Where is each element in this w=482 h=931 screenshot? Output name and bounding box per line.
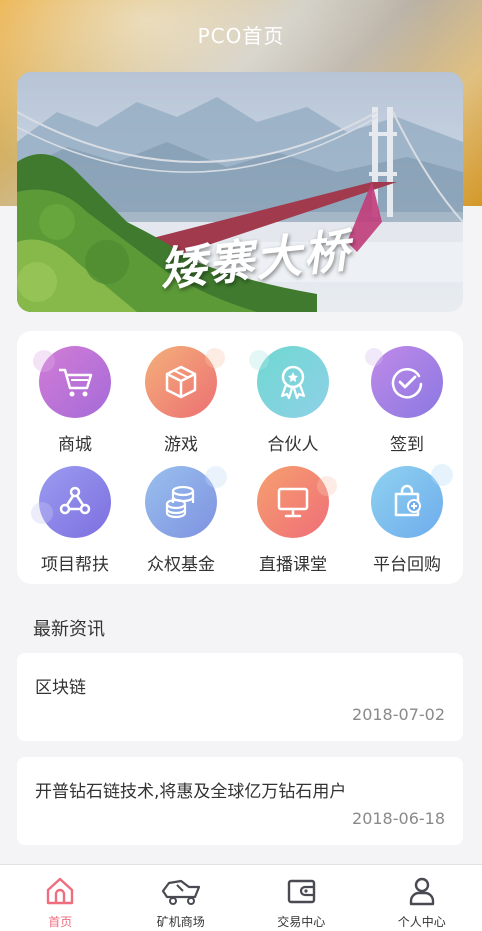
tab-trading-center[interactable]: 交易中心: [241, 865, 362, 931]
grid-icon-circle: [33, 346, 111, 418]
grid-icon-circle: [31, 466, 111, 538]
checkmark-circle-icon: [391, 368, 423, 399]
news-date: 2018-07-02: [352, 705, 445, 724]
coin-stack-icon: [165, 485, 195, 519]
grid-item-partner[interactable]: 合伙人: [243, 346, 343, 455]
shopping-bag-icon: [394, 484, 421, 517]
tab-label: 交易中心: [277, 915, 326, 929]
grid-item-platform-buyback[interactable]: 平台回购: [357, 464, 457, 575]
grid-label: 众权基金: [147, 555, 215, 575]
grid-item-project-support[interactable]: 项目帮扶: [25, 466, 125, 575]
grid-item-checkin[interactable]: 签到: [357, 346, 457, 455]
grid-item-live-class[interactable]: 直播课堂: [243, 466, 343, 575]
bottom-tab-bar: 首页 矿机商场 交易中心 个人中心: [0, 864, 482, 931]
page-title: PCO首页: [197, 24, 285, 48]
feature-grid: 商城 游戏 合伙人 签到 项目帮扶 众权基金 直播课堂 平台回购: [17, 331, 463, 584]
grid-item-equity-fund[interactable]: 众权基金: [131, 466, 231, 575]
wallet-icon: [288, 879, 316, 904]
grid-label: 游戏: [164, 435, 198, 455]
news-title: 开普钻石链技术,将惠及全球亿万钻石用户: [35, 782, 347, 802]
tab-profile[interactable]: 个人中心: [362, 865, 482, 931]
grid-label: 项目帮扶: [41, 555, 109, 575]
grid-icon-circle: [145, 346, 225, 418]
grid-label: 合伙人: [267, 435, 319, 455]
grid-label: 签到: [390, 435, 424, 455]
grid-label: 平台回购: [373, 555, 441, 575]
monitor-icon: [277, 487, 309, 518]
news-item[interactable]: 区块链 2018-07-02: [17, 653, 463, 741]
home-icon: [47, 877, 74, 905]
grid-icon-circle: [257, 466, 337, 538]
tab-miner-mall[interactable]: 矿机商场: [121, 865, 242, 931]
grid-item-mall[interactable]: 商城: [25, 346, 125, 455]
grid-label: 商城: [58, 435, 92, 455]
award-ribbon-icon: [280, 365, 306, 400]
shopping-cart-icon: [59, 368, 93, 397]
tab-label: 个人中心: [397, 915, 446, 929]
grid-icon-circle: [371, 464, 453, 538]
share-nodes-icon: [59, 486, 91, 515]
tab-label: 矿机商场: [156, 915, 205, 929]
news-title: 区块链: [35, 678, 86, 698]
grid-label: 直播课堂: [259, 555, 327, 575]
news-item[interactable]: 开普钻石链技术,将惠及全球亿万钻石用户 2018-06-18: [17, 757, 463, 845]
banner-carousel[interactable]: 矮寨大桥: [17, 72, 463, 312]
grid-icon-circle: [145, 466, 227, 538]
mining-cart-icon: [161, 879, 200, 905]
grid-icon-circle: [249, 346, 329, 418]
user-icon: [409, 877, 434, 906]
grid-item-games[interactable]: 游戏: [131, 346, 231, 455]
tab-label: 首页: [48, 915, 73, 929]
tab-home[interactable]: 首页: [0, 865, 121, 931]
news-heading: 最新资讯: [33, 619, 105, 640]
box-icon: [165, 365, 197, 399]
news-date: 2018-06-18: [352, 809, 445, 828]
grid-icon-circle: [365, 346, 443, 418]
